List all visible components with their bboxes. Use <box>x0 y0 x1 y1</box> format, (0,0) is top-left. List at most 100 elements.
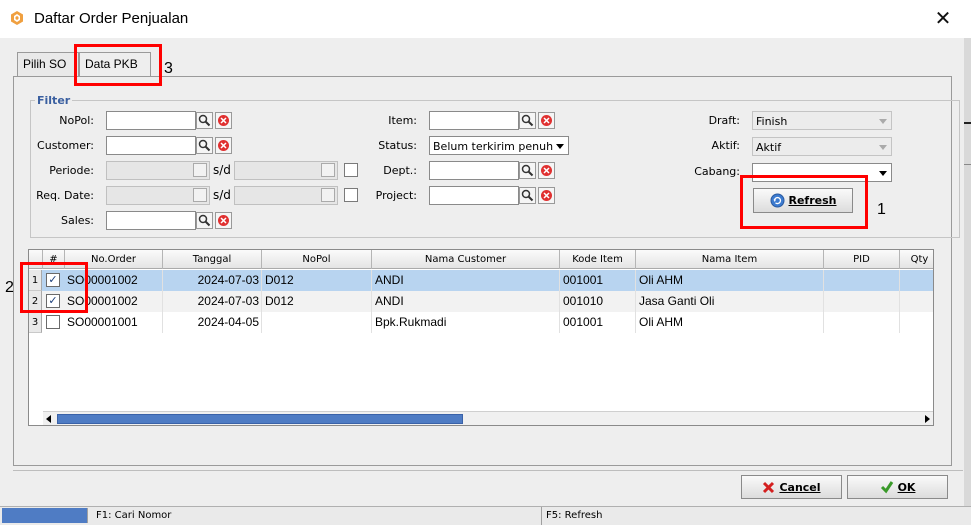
sales-clear-icon[interactable] <box>215 212 232 229</box>
dept-search-icon[interactable] <box>519 162 536 179</box>
status-select[interactable]: Belum terkirim penuh <box>429 136 569 155</box>
header-nama-item[interactable]: Nama Item <box>636 250 824 269</box>
table-row[interactable]: 3 SO00001001 2024-04-05 Bpk.Rukmadi 0010… <box>29 312 933 333</box>
cell-kode-item: 001001 <box>560 312 636 333</box>
cell-nopol: D012 <box>262 291 372 312</box>
cabang-label: Cabang: <box>694 165 740 178</box>
chevron-down-icon <box>556 144 564 149</box>
cell-customer: Bpk.Rukmadi <box>372 312 560 333</box>
cell-no-order: SO00001001 <box>65 312 163 333</box>
dept-input[interactable] <box>429 161 519 180</box>
close-icon[interactable]: ✕ <box>933 8 953 29</box>
periode-checkbox[interactable] <box>344 163 358 177</box>
project-input[interactable] <box>429 186 519 205</box>
cell-qty <box>900 291 933 312</box>
tab-pilih-so[interactable]: Pilih SO <box>17 52 79 76</box>
highlight-box-tab <box>74 44 162 86</box>
aktif-select[interactable]: Aktif <box>752 137 892 156</box>
draft-select[interactable]: Finish <box>752 111 892 130</box>
cell-tanggal: 2024-07-03 <box>163 291 262 312</box>
header-tanggal[interactable]: Tanggal <box>163 250 262 269</box>
cell-qty <box>900 270 933 291</box>
sales-search-icon[interactable] <box>196 212 213 229</box>
cell-pid <box>824 291 900 312</box>
periode-from-calendar-icon[interactable] <box>193 163 207 177</box>
header-pid[interactable]: PID <box>824 250 900 269</box>
status-label: Status: <box>378 139 417 152</box>
nopol-search-icon[interactable] <box>196 112 213 129</box>
periode-to-calendar-icon[interactable] <box>321 163 335 177</box>
reqdate-label: Req. Date: <box>36 189 94 202</box>
ok-button-label: OK <box>897 480 916 494</box>
reqdate-from-calendar-icon[interactable] <box>193 188 207 202</box>
customer-clear-icon[interactable] <box>215 137 232 154</box>
scroll-right-icon[interactable] <box>925 415 930 423</box>
periode-label: Periode: <box>49 164 94 177</box>
cell-kode-item: 001010 <box>560 291 636 312</box>
ok-button[interactable]: OK <box>847 475 948 499</box>
scroll-left-icon[interactable] <box>46 415 51 423</box>
status-bar: F1: Cari Nomor F5: Refresh <box>0 506 971 525</box>
sales-input[interactable] <box>106 211 196 230</box>
customer-label: Customer: <box>37 139 94 152</box>
header-nopol[interactable]: NoPol <box>262 250 372 269</box>
highlight-box-refresh <box>740 175 868 229</box>
cancel-button[interactable]: Cancel <box>741 475 842 499</box>
nopol-clear-icon[interactable] <box>215 112 232 129</box>
header-nama-customer[interactable]: Nama Customer <box>372 250 560 269</box>
cell-nama-item: Oli AHM <box>636 312 824 333</box>
table-row[interactable]: 2 ✓ SO00001002 2024-07-03 D012 ANDI 0010… <box>29 291 933 312</box>
customer-input[interactable] <box>106 136 196 155</box>
dept-clear-icon[interactable] <box>538 162 555 179</box>
customer-search-icon[interactable] <box>196 137 213 154</box>
cell-nama-item: Jasa Ganti Oli <box>636 291 824 312</box>
sales-label: Sales: <box>61 214 94 227</box>
cell-pid <box>824 312 900 333</box>
draft-label: Draft: <box>708 114 740 127</box>
order-table: # No.Order Tanggal NoPol Nama Customer K… <box>28 249 934 426</box>
item-label: Item: <box>388 114 417 127</box>
item-search-icon[interactable] <box>519 112 536 129</box>
reqdate-checkbox[interactable] <box>344 188 358 202</box>
title-bar: Daftar Order Penjualan ✕ <box>0 0 971 38</box>
cell-nopol: D012 <box>262 270 372 291</box>
status-select-value: Belum terkirim penuh <box>433 140 554 153</box>
nopol-label: NoPol: <box>59 114 94 127</box>
item-input[interactable] <box>429 111 519 130</box>
nopol-input[interactable] <box>106 111 196 130</box>
horizontal-scrollbar[interactable] <box>43 411 933 425</box>
filter-legend: Filter <box>35 94 73 107</box>
chevron-down-icon <box>879 119 887 124</box>
cell-tanggal: 2024-07-03 <box>163 270 262 291</box>
table-row[interactable]: 1 ✓ SO00001002 2024-07-03 D012 ANDI 0010… <box>29 270 933 291</box>
scrollbar-thumb[interactable] <box>57 414 463 424</box>
check-icon <box>880 481 893 494</box>
background-window-edge <box>964 38 971 525</box>
status-progress <box>2 508 88 523</box>
aktif-select-value: Aktif <box>756 141 782 154</box>
app-logo-icon <box>11 11 23 25</box>
row-checkbox[interactable] <box>46 315 60 329</box>
cell-customer: ANDI <box>372 291 560 312</box>
cell-nama-item: Oli AHM <box>636 270 824 291</box>
cell-tanggal: 2024-04-05 <box>163 312 262 333</box>
header-kode-item[interactable]: Kode Item <box>560 250 636 269</box>
project-clear-icon[interactable] <box>538 187 555 204</box>
draft-select-value: Finish <box>756 115 788 128</box>
aktif-label: Aktif: <box>711 139 740 152</box>
cell-nopol <box>262 312 372 333</box>
project-search-icon[interactable] <box>519 187 536 204</box>
cell-customer: ANDI <box>372 270 560 291</box>
item-clear-icon[interactable] <box>538 112 555 129</box>
row-number: 3 <box>29 312 42 333</box>
window-title: Daftar Order Penjualan <box>34 10 189 27</box>
reqdate-to-calendar-icon[interactable] <box>321 188 335 202</box>
project-label: Project: <box>375 189 417 202</box>
status-f5: F5: Refresh <box>546 510 603 521</box>
highlight-box-checkboxes <box>20 262 88 313</box>
cancel-button-label: Cancel <box>779 480 821 494</box>
divider <box>13 470 963 471</box>
chevron-down-icon <box>879 171 887 176</box>
status-f1: F1: Cari Nomor <box>92 507 542 525</box>
header-qty[interactable]: Qty <box>900 250 933 269</box>
